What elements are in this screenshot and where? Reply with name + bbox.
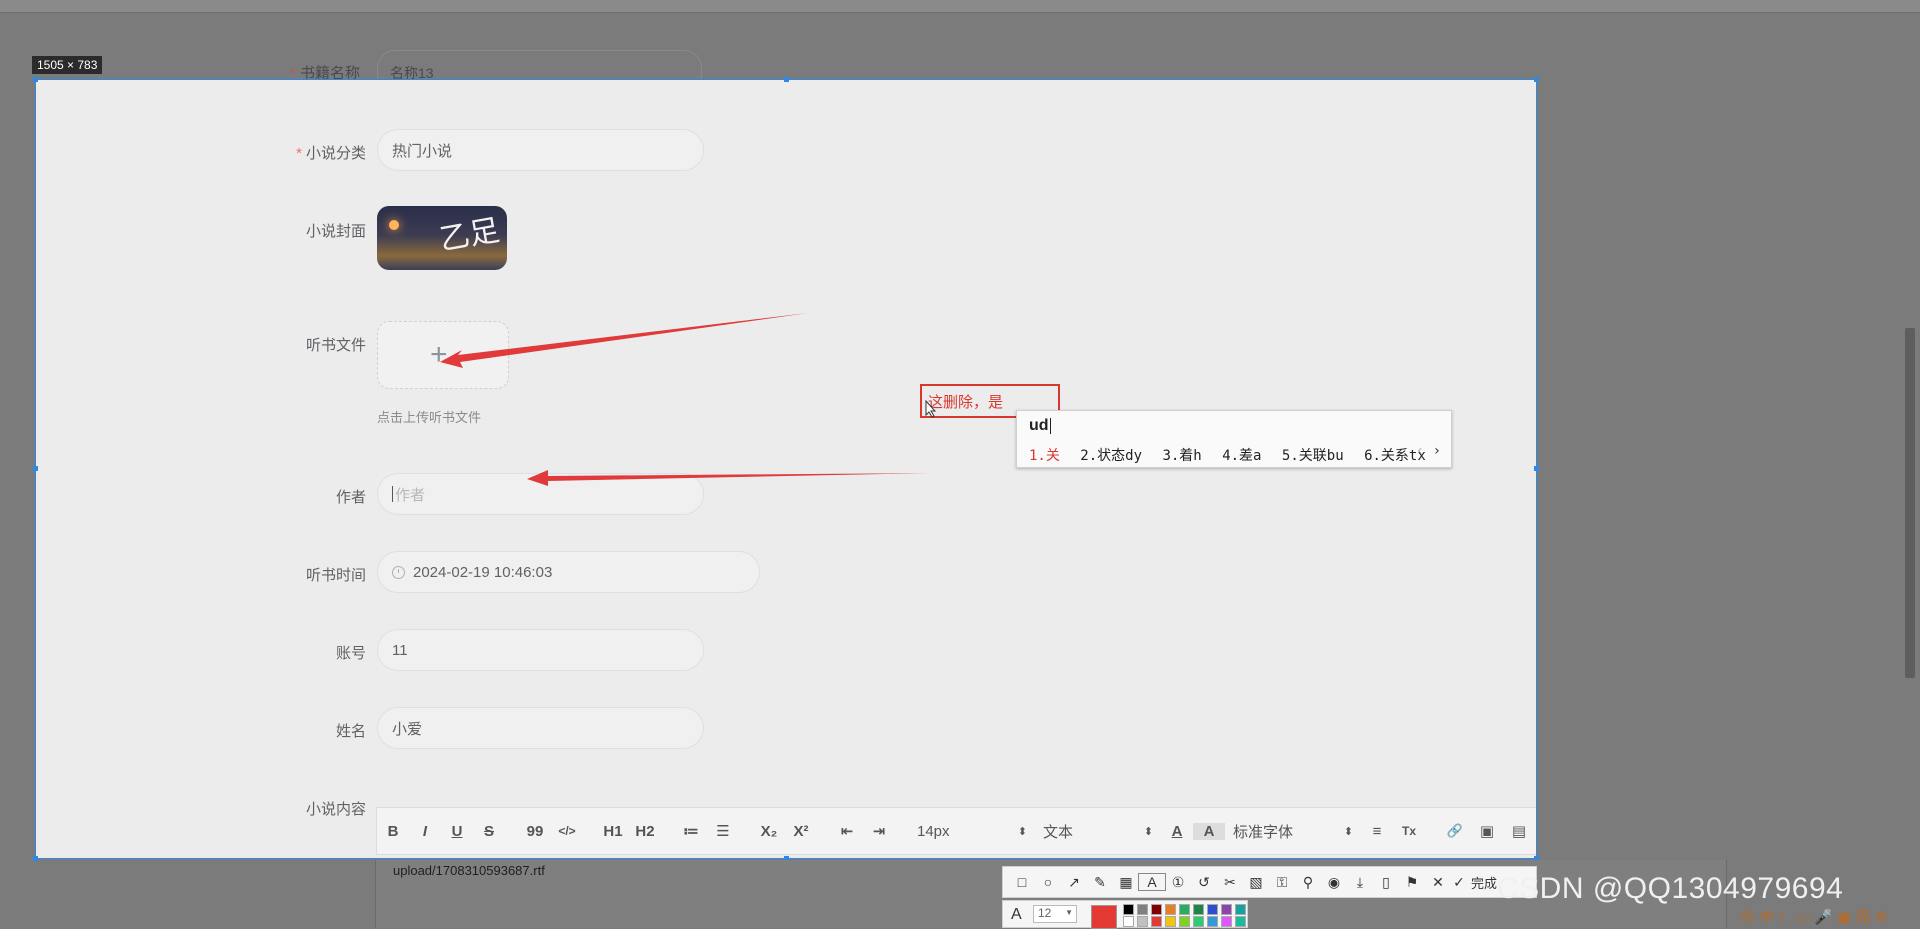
- font-size-dropdown-value: 12: [1038, 906, 1052, 920]
- rectangle-icon[interactable]: □: [1009, 874, 1035, 890]
- arrow-to-upload: [440, 313, 808, 368]
- watermark: CSDN @QQ1304979694: [1497, 872, 1844, 905]
- color-swatch[interactable]: [1193, 916, 1204, 927]
- arrow-icon[interactable]: ↗: [1061, 874, 1087, 891]
- ime-candidate-window: ud 1.关 2.状态dy 3.着h 4.差a 5.关联bu 6.关系tx ‹ …: [1016, 410, 1452, 468]
- ime-caret: [1049, 417, 1051, 434]
- ime-candidate[interactable]: 2.状态dy: [1080, 448, 1142, 464]
- color-swatch[interactable]: [1151, 916, 1162, 927]
- ime-page-nav: ‹ ›: [1416, 443, 1441, 459]
- done-button[interactable]: 完成: [1471, 873, 1497, 892]
- save-icon[interactable]: ⤓: [1347, 874, 1373, 891]
- color-swatch[interactable]: [1193, 904, 1204, 915]
- color-swatch[interactable]: [1165, 904, 1176, 915]
- font-size-dropdown[interactable]: 12: [1033, 905, 1077, 923]
- undo-icon[interactable]: ↺: [1191, 874, 1217, 891]
- annotation-arrows: [440, 313, 930, 486]
- color-swatch[interactable]: [1235, 916, 1246, 927]
- serial-number-icon[interactable]: ①: [1165, 874, 1191, 891]
- system-tray-ime-icons: ㊥ 中 ☾ ▭ 🎤 ▣ 简 ⚙: [1740, 909, 1889, 926]
- text-icon[interactable]: A: [1138, 873, 1166, 891]
- color-swatch[interactable]: [1179, 904, 1190, 915]
- color-swatch[interactable]: [1123, 916, 1134, 927]
- color-swatch[interactable]: [1137, 916, 1148, 927]
- color-swatch[interactable]: [1123, 904, 1134, 915]
- color-palette: A 12: [1002, 900, 1248, 929]
- ime-candidate[interactable]: 5.关联bu: [1282, 448, 1344, 464]
- ime-prev-icon[interactable]: ‹: [1416, 443, 1424, 459]
- bookmark-icon[interactable]: ⚑: [1399, 874, 1425, 891]
- font-size-icon: A: [1011, 906, 1022, 923]
- pin-icon[interactable]: ✂: [1217, 874, 1243, 891]
- editor-content: upload/1708310593687.rtf: [393, 863, 545, 878]
- ime-candidate[interactable]: 4.差a: [1222, 448, 1261, 464]
- ime-composition: ud: [1029, 417, 1051, 435]
- ime-candidate[interactable]: 1.关: [1029, 448, 1060, 464]
- ime-composition-text: ud: [1029, 417, 1049, 434]
- translate-icon[interactable]: ⚿: [1269, 874, 1295, 891]
- mosaic-icon[interactable]: ▦: [1113, 874, 1139, 891]
- pen-icon[interactable]: ✎: [1087, 874, 1113, 891]
- ocr-icon[interactable]: ▧: [1243, 874, 1269, 891]
- ellipse-icon[interactable]: ○: [1035, 874, 1061, 890]
- color-swatch[interactable]: [1221, 916, 1232, 927]
- ime-next-icon[interactable]: ›: [1433, 443, 1441, 459]
- color-swatch[interactable]: [1151, 904, 1162, 915]
- ime-candidates: 1.关 2.状态dy 3.着h 4.差a 5.关联bu 6.关系tx: [1029, 445, 1438, 465]
- long-screenshot-icon[interactable]: ▯: [1373, 874, 1399, 891]
- color-swatch[interactable]: [1235, 904, 1246, 915]
- ime-candidate[interactable]: 3.着h: [1162, 448, 1201, 464]
- color-swatch[interactable]: [1221, 904, 1232, 915]
- color-swatch[interactable]: [1165, 916, 1176, 927]
- close-icon[interactable]: ✕: [1425, 874, 1451, 891]
- mouse-cursor-icon: [925, 400, 937, 418]
- color-swatch[interactable]: [1137, 904, 1148, 915]
- color-swatch[interactable]: [1179, 916, 1190, 927]
- current-color[interactable]: [1091, 905, 1117, 929]
- top-icon[interactable]: ⚲: [1295, 874, 1321, 891]
- done-icon[interactable]: ✓: [1451, 874, 1467, 891]
- screenshot-toolbar: □ ○ ↗ ✎ ▦ A ① ↺ ✂ ▧ ⚿ ⚲ ◉ ⤓ ▯ ⚑ ✕ ✓ 完成: [1002, 866, 1537, 898]
- color-swatch[interactable]: [1207, 904, 1218, 915]
- arrow-to-author: [527, 470, 930, 486]
- color-swatch[interactable]: [1207, 916, 1218, 927]
- record-icon[interactable]: ◉: [1321, 874, 1347, 891]
